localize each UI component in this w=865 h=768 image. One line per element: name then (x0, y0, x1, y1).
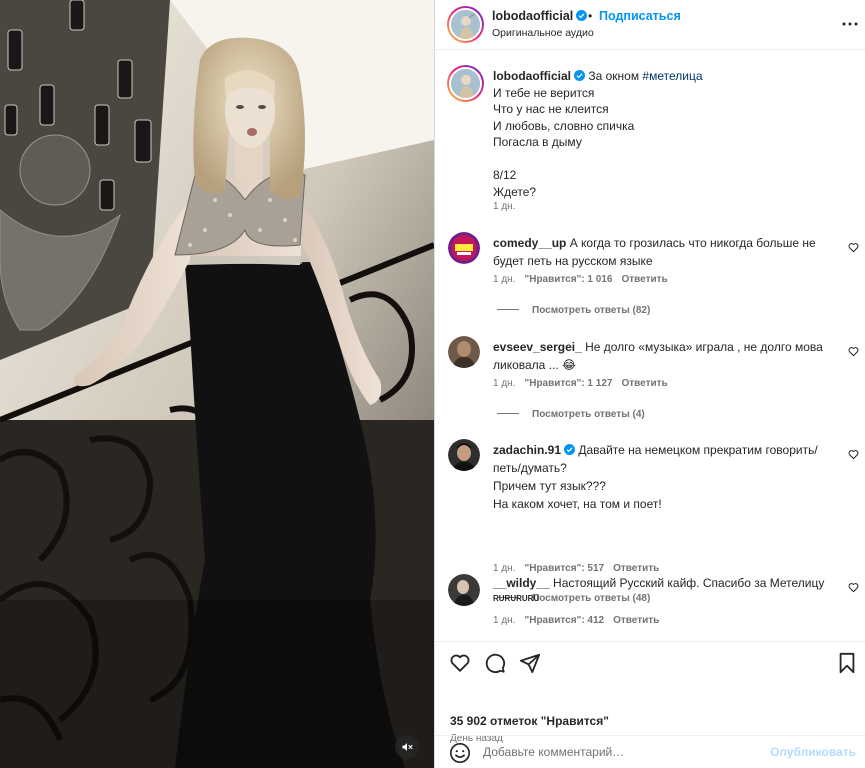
post-details-panel: lobodaofficial • Подписаться Оригинально… (434, 0, 865, 768)
comment-text: evseev_sergei_ Не долго «музыка» играла … (493, 338, 829, 374)
comment-input[interactable] (483, 741, 763, 763)
paper-plane-icon[interactable] (519, 652, 541, 674)
comment-like-heart-icon[interactable] (848, 242, 859, 253)
comment-likes-count[interactable]: "Нравится": 1 127 (524, 378, 612, 389)
comment-bubble-icon[interactable] (484, 652, 506, 674)
comment-text: zadachin.91 Давайте на немецком прекрати… (493, 441, 829, 513)
view-replies-button[interactable]: Посмотреть ответы (4) (497, 409, 645, 420)
author-username: lobodaofficial (492, 9, 574, 23)
post-actions: 35 902 отметок "Нравится" День назад (435, 641, 865, 744)
add-comment-bar: Опубликовать (435, 735, 865, 768)
commenter-avatar[interactable] (448, 336, 480, 368)
post-media[interactable] (0, 0, 434, 768)
caption-timestamp: 1 дн. (493, 201, 516, 212)
comment-time: 1 дн. (493, 615, 516, 626)
view-replies-label: Посмотреть ответы (82) (532, 305, 651, 316)
view-replies-label: Посмотреть ответы (4) (532, 409, 645, 420)
evseev-avatar-image (448, 336, 480, 368)
commenter-username[interactable]: __wildy__ (493, 576, 550, 590)
comment-time: 1 дн. (493, 274, 516, 285)
comment-meta: 1 дн. "Нравится": 412 Ответить (493, 615, 668, 626)
commenter-username[interactable]: evseev_sergei_ (493, 340, 582, 354)
caption-avatar-image (451, 69, 480, 98)
wildy-avatar-image (448, 574, 480, 606)
caption-intro: За окном (588, 69, 640, 83)
reply-button[interactable]: Ответить (621, 274, 667, 285)
publish-button[interactable]: Опубликовать (770, 745, 856, 759)
view-replies-button[interactable]: Посмотреть ответы (82) (497, 305, 650, 316)
author-avatar[interactable] (447, 6, 484, 43)
comedy-up-avatar-image (448, 232, 480, 264)
verified-badge-icon (564, 444, 576, 455)
comment-time: 1 дн. (493, 563, 516, 574)
comment-meta: 1 дн. "Нравится": 1 127 Ответить (493, 378, 677, 389)
follow-button[interactable]: Подписаться (599, 9, 681, 23)
reply-button[interactable]: Ответить (613, 563, 659, 574)
commenter-username[interactable]: comedy__up (493, 236, 566, 250)
comment-body: Настоящий Русский кайф. Спасибо за Метел… (553, 576, 825, 590)
commenter-avatar[interactable] (448, 574, 480, 606)
comment-like-heart-icon[interactable] (848, 582, 859, 593)
commenter-username[interactable]: zadachin.91 (493, 443, 561, 457)
reply-button[interactable]: Ответить (621, 378, 667, 389)
replies-line (497, 309, 519, 310)
comment-like-heart-icon[interactable] (848, 449, 859, 460)
comments-list[interactable]: lobodaofficial За окном #метелица И тебе… (435, 51, 865, 641)
comment-time: 1 дн. (493, 378, 516, 389)
original-audio-link[interactable]: Оригинальное аудио (492, 27, 594, 39)
mute-toggle-button[interactable] (395, 735, 419, 759)
heart-icon[interactable] (449, 652, 471, 674)
comment-like-heart-icon[interactable] (848, 346, 859, 357)
more-options-icon[interactable] (842, 14, 858, 34)
caption-body: И тебе не верится Что у нас не клеится И… (493, 85, 635, 199)
speaker-muted-icon (402, 743, 413, 751)
comment-text: comedy__up А когда то грозилась что нико… (493, 234, 829, 270)
emoji-smile-icon[interactable] (449, 742, 471, 764)
comment-likes-count[interactable]: "Нравится": 1 016 (524, 274, 612, 285)
post-video-frame (0, 0, 434, 768)
laughing-emoji-icon: 😂 (562, 358, 577, 372)
comment-meta: 1 дн. "Нравится": 517 Ответить (493, 563, 668, 574)
comment-likes-count[interactable]: "Нравится": 517 (524, 563, 604, 574)
zadachin-avatar-image (448, 439, 480, 471)
comment-subtext: RURURURU (493, 594, 540, 603)
verified-badge-icon (576, 10, 588, 21)
verified-badge-icon (574, 70, 585, 81)
caption-author-avatar[interactable] (447, 65, 484, 102)
comment-text: __wildy__ Настоящий Русский кайф. Спасиб… (493, 574, 829, 592)
comment-meta: 1 дн. "Нравится": 1 016 Ответить (493, 274, 677, 285)
hashtag-link[interactable]: #метелица (642, 69, 702, 83)
replies-line (497, 413, 519, 414)
reply-button[interactable]: Ответить (613, 615, 659, 626)
author-avatar-image (451, 10, 480, 39)
caption-username[interactable]: lobodaofficial (493, 69, 571, 83)
post-header: lobodaofficial • Подписаться Оригинально… (435, 0, 865, 50)
caption-text: lobodaofficial За окном #метелица И тебе… (493, 68, 843, 200)
bookmark-icon[interactable] (837, 652, 857, 674)
commenter-avatar[interactable] (448, 439, 480, 471)
separator-dot: • (588, 9, 593, 23)
commenter-avatar[interactable] (448, 232, 480, 264)
author-username-link[interactable]: lobodaofficial (492, 9, 588, 23)
likes-count[interactable]: 35 902 отметок "Нравится" (450, 714, 609, 728)
comment-likes-count[interactable]: "Нравится": 412 (524, 615, 604, 626)
